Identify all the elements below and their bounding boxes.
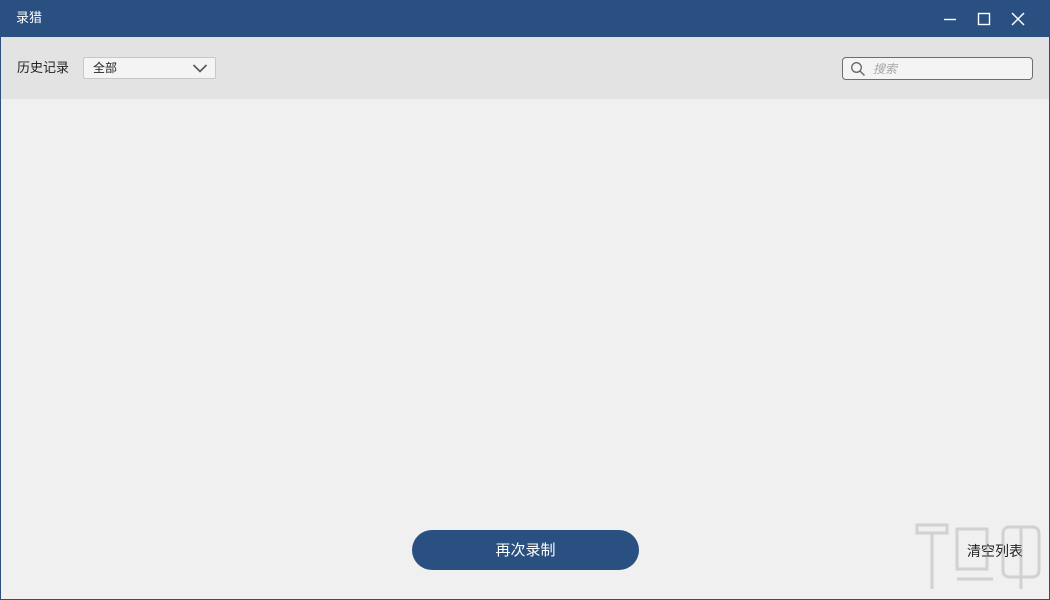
history-filter-select[interactable]: 全部 xyxy=(83,57,216,79)
maximize-button[interactable] xyxy=(967,1,1001,37)
toolbar: 历史记录 全部 xyxy=(1,37,1049,99)
chevron-down-icon xyxy=(192,64,208,73)
search-box[interactable] xyxy=(842,57,1033,80)
app-window: 录猎 历史记录 全部 搜索 再次录制 清空列表 xyxy=(0,0,1050,600)
maximize-icon xyxy=(977,12,991,26)
close-button[interactable] xyxy=(1001,1,1035,37)
title-bar[interactable]: 录猎 xyxy=(1,1,1049,37)
history-filter-value: 全部 xyxy=(93,61,118,75)
history-label: 历史记录 xyxy=(17,61,70,76)
search-icon xyxy=(851,62,865,76)
close-icon xyxy=(1011,12,1025,26)
minimize-button[interactable] xyxy=(933,1,967,37)
search-input[interactable] xyxy=(873,59,1023,78)
history-list-area xyxy=(1,99,1049,599)
record-again-button[interactable]: 再次录制 xyxy=(412,530,639,570)
watermark-logo xyxy=(915,523,1041,589)
minimize-icon xyxy=(944,18,956,21)
window-title: 录猎 xyxy=(16,11,43,26)
